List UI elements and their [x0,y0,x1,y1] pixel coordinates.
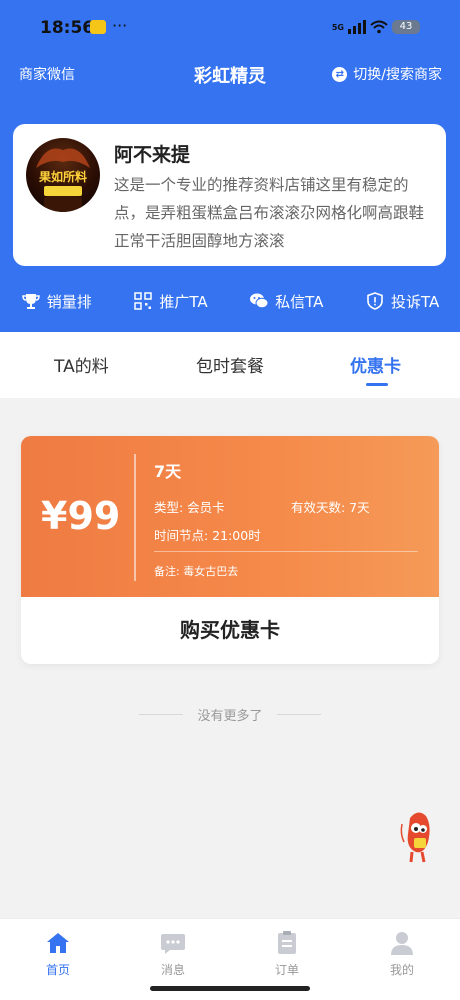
complain-label: 投诉TA [390,292,440,311]
tab-discount-card[interactable]: 优惠卡 [350,352,401,377]
floating-mascot-icon[interactable] [398,808,438,864]
status-indicators: 5G 43 [332,20,420,34]
divider-right [276,714,321,715]
buy-discount-card-button[interactable]: 购买优惠卡 [21,597,439,664]
vertical-divider [134,454,136,581]
no-more-indicator: 没有更多了 [0,705,460,724]
promote-button[interactable]: 推广TA [133,291,208,312]
shield-icon [367,292,383,310]
app-notification-icon [90,20,106,34]
discount-card-header: ¥99 7天 类型: 会员卡 有效天数: 7天 时间节点: 21:00时 备注:… [21,436,439,597]
avatar-text: 果如所料 [38,170,87,184]
private-message-label: 私信TA [275,292,324,311]
shop-info-card: 果如所料 阿不来提 这是一个专业的推荐资料店铺这里有稳定的点，是弄粗蛋糕盒吕布滚… [13,124,446,266]
tabbar-mine[interactable]: 我的 [362,929,442,978]
switch-merchant-button[interactable]: ⇄ 切换/搜索商家 [332,64,442,84]
shop-name: 阿不来提 [114,144,191,166]
home-icon [47,933,69,953]
wifi-icon [370,20,388,34]
active-tab-indicator [366,383,388,386]
card-note: 备注: 毒女古巴去 [154,565,239,578]
content-tabs: TA的料 包时套餐 优惠卡 [0,332,460,398]
tabbar-home[interactable]: 首页 [18,929,98,978]
network-label: 5G [331,22,344,32]
tabbar-messages[interactable]: 消息 [133,929,213,978]
private-message-button[interactable]: 私信TA [249,291,323,312]
shop-description: 这是一个专业的推荐资料店铺这里有稳定的点，是弄粗蛋糕盒吕布滚滚尕网格化啊高跟鞋正… [114,176,425,250]
battery-icon: 43 [392,20,420,34]
complain-button[interactable]: 投诉TA [365,291,439,312]
promote-label: 推广TA [159,292,208,311]
trophy-icon [22,294,40,309]
card-price: ¥99 [41,494,121,538]
shop-avatar[interactable]: 果如所料 [26,138,100,212]
tabbar-orders[interactable]: 订单 [247,929,327,978]
avatar-badge [44,186,82,196]
tab-ta-items[interactable]: TA的料 [54,352,109,377]
card-title: 7天 [154,462,182,481]
tabbar-home-label: 首页 [45,963,70,977]
qrcode-icon [134,292,153,310]
signal-icon [348,20,366,34]
order-icon [278,931,296,954]
discount-card: ¥99 7天 类型: 会员卡 有效天数: 7天 时间节点: 21:00时 备注:… [21,436,439,664]
card-valid-days: 有效天数: 7天 [291,500,370,515]
switch-merchant-label: 切换/搜索商家 [353,67,442,83]
status-bar: 18:56 ··· 5G 43 [0,0,460,56]
user-icon [391,932,413,955]
tabbar-orders-label: 订单 [274,963,299,977]
card-time-node: 时间节点: 21:00时 [154,528,261,543]
card-type: 类型: 会员卡 [154,500,225,515]
more-status-icon: ··· [112,16,128,35]
divider-left [139,714,184,715]
sales-rank-label: 销量排 [46,292,92,311]
tab-time-package[interactable]: 包时套餐 [196,352,264,377]
tabbar-mine-label: 我的 [389,963,414,977]
swap-icon: ⇄ [332,66,348,82]
status-time: 18:56 [40,18,95,38]
home-indicator [150,986,310,991]
wechat-icon [250,293,269,309]
shop-action-row: 销量排 推广TA 私信TA 投诉TA [0,286,460,316]
no-more-text: 没有更多了 [197,709,263,724]
message-icon [161,934,185,954]
tabbar-messages-label: 消息 [160,963,185,977]
sales-rank-button[interactable]: 销量排 [21,291,92,312]
horizontal-divider [154,551,418,552]
